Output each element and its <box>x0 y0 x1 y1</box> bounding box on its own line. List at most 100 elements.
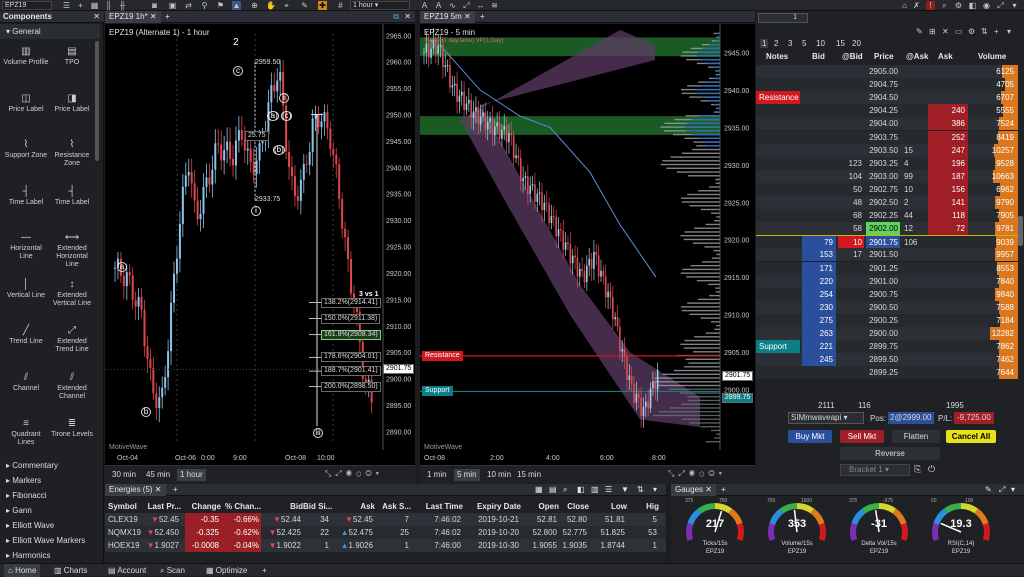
dom-bid[interactable]: 153 <box>802 248 836 262</box>
dom-header-at-bid[interactable]: @Bid <box>842 52 863 61</box>
dom-row[interactable]: 58 2902.00 12 72 9781 <box>756 222 1018 236</box>
category-harmonics[interactable]: ▸ Harmonics <box>0 548 100 563</box>
alert-icon[interactable]: ! <box>926 1 935 10</box>
sort-icon[interactable]: ⇅ <box>981 27 988 36</box>
chart2-plot[interactable]: 2945.00 2940.00 2935.00 2930.00 2925.00 2920.… <box>420 24 755 465</box>
dom-ask[interactable]: 156 <box>928 182 968 196</box>
dom-ask[interactable]: 118 <box>928 209 968 223</box>
watchlist-header-cell[interactable]: Hig <box>629 500 659 513</box>
fib-level-label[interactable]: 161.8%(2908.34) <box>321 329 381 340</box>
add-icon[interactable]: + <box>994 27 999 36</box>
tool-time-label[interactable]: ┤ Time Label <box>3 185 49 207</box>
bars-icon[interactable]: ║ <box>104 1 113 10</box>
dom-row[interactable]: 48 2902.50 2 141 9790 <box>756 196 1018 209</box>
dom-row[interactable]: 153 17 2901.50 9957 <box>756 248 1018 262</box>
wave-label[interactable]: (b) <box>273 145 285 156</box>
chart1-tab[interactable]: EPZ19 1h* ✕ <box>105 11 161 23</box>
category-gann[interactable]: ▸ Gann <box>0 503 100 518</box>
dom-price[interactable]: 2904.00 <box>866 117 900 130</box>
settings-icon[interactable]: ⚙ <box>968 27 975 36</box>
dom-row[interactable]: 220 2901.00 7840 <box>756 274 1018 288</box>
dom-price[interactable]: 2902.25 <box>866 209 900 222</box>
qty-option[interactable]: 3 <box>788 39 792 48</box>
gauge[interactable]: 19.3 50 100 RSI(C,14) EPZ19 <box>921 498 1001 562</box>
search-icon[interactable]: ⌕ <box>940 1 949 10</box>
sell-market-button[interactable]: Sell Mkt <box>840 430 884 443</box>
wave-label[interactable]: (a) <box>267 111 279 122</box>
dom-row[interactable]: 104 2903.00 99 187 10663 <box>756 169 1018 183</box>
user-icon[interactable]: ◉ <box>982 1 991 10</box>
expand-icon[interactable]: ⤢ <box>462 1 471 10</box>
dom-ask[interactable]: 141 <box>928 196 968 209</box>
tool-horizontal-line[interactable]: — Horizontal Line <box>3 231 49 261</box>
dom-row[interactable]: 171 2901.25 8553 <box>756 261 1018 275</box>
dom-row[interactable]: 275 2900.25 7184 <box>756 313 1018 327</box>
palette-scrollbar[interactable] <box>95 41 99 161</box>
symbol-selector[interactable]: EPZ19 <box>2 1 52 10</box>
chevron-down-icon[interactable]: ▾ <box>1011 484 1015 496</box>
dom-price[interactable]: 2900.75 <box>866 288 900 301</box>
tool-price-label[interactable]: ◫ Price Label <box>3 92 49 114</box>
dom-row[interactable]: Support 221 2899.75 7862 <box>756 340 1018 354</box>
dom-price[interactable]: 2902.00 <box>866 222 900 236</box>
fib-level-label[interactable]: 150.0%(2911.38) <box>321 313 381 324</box>
pencil-icon[interactable]: ✎ <box>985 484 992 496</box>
grid-icon[interactable]: ▦ <box>535 484 543 496</box>
tool-extended-vertical-line[interactable]: ↕ Extended Vertical Line <box>49 278 95 308</box>
dom-row[interactable]: 2904.00 386 7524 <box>756 117 1018 131</box>
dom-row[interactable]: 263 2900.00 12282 <box>756 327 1018 340</box>
dom-header-bid[interactable]: Bid <box>812 52 825 61</box>
watchlist-header-cell[interactable]: Ask <box>333 500 375 513</box>
timeframe-button[interactable]: 5 min <box>454 469 480 481</box>
dom-price[interactable]: 2899.25 <box>866 366 900 379</box>
chart-icon[interactable]: ◧ <box>577 484 585 496</box>
tab-account[interactable]: ▤ Account <box>108 564 146 577</box>
dom-bid[interactable]: 171 <box>802 261 836 275</box>
dom-row[interactable]: 2904.25 240 5555 <box>756 104 1018 118</box>
wave-label[interactable]: a <box>117 261 127 272</box>
dom-price[interactable]: 2900.25 <box>866 314 900 327</box>
tool-channel[interactable]: ⫽ Channel <box>3 371 49 393</box>
dom-header-notes[interactable]: Notes <box>766 52 788 61</box>
chart2-tab[interactable]: EPZ19 5m ✕ <box>420 11 475 23</box>
dom-price[interactable]: 2903.75 <box>866 131 900 144</box>
dom-price[interactable]: 2902.75 <box>866 183 900 196</box>
watchlist-header-cell[interactable]: Close <box>551 500 589 513</box>
grid-icon[interactable]: ▦ <box>90 1 99 10</box>
chevron-down-icon[interactable]: ▾ <box>1010 1 1019 10</box>
timeframe-button[interactable]: 10 min <box>484 469 514 481</box>
category-fibonacci[interactable]: ▸ Fibonacci <box>0 488 100 503</box>
tool-time-label[interactable]: ┤ Time Label <box>49 185 95 207</box>
dom-header-price[interactable]: Price <box>874 52 894 61</box>
pencil-icon[interactable]: ✎ <box>300 1 309 10</box>
dom-row[interactable]: Resistance 2904.50 6707 <box>756 91 1018 105</box>
qty-option[interactable]: 5 <box>802 39 806 48</box>
search-icon[interactable]: ⌕ <box>563 484 567 496</box>
dom-price[interactable]: 2903.00 <box>866 170 900 183</box>
watchlist-header-cell[interactable]: Bid Si... <box>303 500 332 513</box>
watchlist-header-cell[interactable]: Last Pr... <box>141 500 181 513</box>
dom-header-volume[interactable]: Volume <box>978 52 1006 61</box>
tab-charts[interactable]: ▥ Charts <box>54 564 87 577</box>
menu-icon[interactable]: ☰ <box>62 1 71 10</box>
account-selector[interactable]: SIMmwaveapi ▾ <box>788 412 864 424</box>
buy-market-button[interactable]: Buy Mkt <box>788 430 832 443</box>
fib-level-label[interactable]: 178.6%(2904.01) <box>321 352 381 363</box>
dom-price[interactable]: 2901.00 <box>866 275 900 288</box>
layout-toggle-icon[interactable]: ◧ <box>968 1 977 10</box>
dom-bid[interactable]: 220 <box>802 274 836 288</box>
watchlist-header-cell[interactable]: Ask S... <box>377 500 411 513</box>
timeframe-button[interactable]: 1 hour <box>177 469 206 481</box>
wave-icon[interactable]: ∿ <box>448 1 457 10</box>
ruler-icon[interactable]: ⌖ <box>282 1 291 10</box>
bracket-selector[interactable]: Bracket 1 ▾ <box>840 464 910 476</box>
dom-price[interactable]: 2903.25 <box>866 157 900 170</box>
timeframe-selector[interactable]: 1 hour ▾ <box>350 1 410 10</box>
add-tab-icon[interactable]: + <box>480 11 485 23</box>
gauge[interactable]: -31 375 -375 Delta Vol/15s EPZ19 <box>839 498 919 562</box>
watchlist-row[interactable]: NQMX19 ▼52.450 -0.325 -0.62% ▼52.425 22 ▲52.47… <box>105 526 666 539</box>
link-icon[interactable]: ⚲ <box>200 1 209 10</box>
wave-label[interactable]: b <box>141 406 151 417</box>
filter-icon[interactable]: ▼ <box>621 484 629 496</box>
maximize-icon[interactable]: ⤢ <box>999 484 1005 496</box>
